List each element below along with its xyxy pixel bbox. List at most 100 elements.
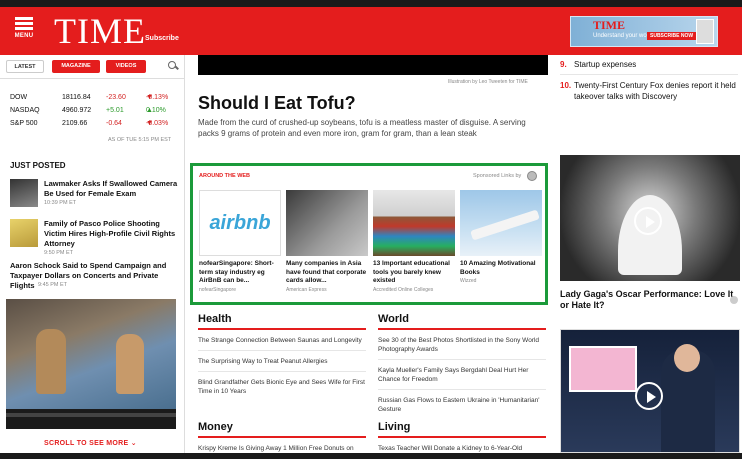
market-ticker: DOW 18116.84 -23.60 -0.13% ▼ NASDAQ 4960… — [10, 91, 180, 130]
sponsored-tile[interactable]: airbnb nofearSingapore: Short-term stay … — [199, 190, 281, 293]
divider — [560, 74, 738, 75]
market-timestamp: AS OF TUE 5:15 PM EST — [108, 137, 172, 143]
list-item[interactable]: The Strange Connection Between Saunas an… — [198, 336, 366, 345]
market-percent: 0.10% ▲ — [146, 107, 166, 114]
tile-source: Accredited Online Colleges — [373, 286, 434, 293]
post-time: 9:45 PM ET — [38, 282, 68, 288]
video-figure — [36, 329, 66, 394]
featured-video-2[interactable] — [560, 329, 740, 453]
market-name: S&P 500 — [10, 120, 38, 127]
info-icon[interactable] — [730, 296, 738, 304]
list-item[interactable]: Blind Grandfather Gets Bionic Eye and Se… — [198, 378, 366, 396]
list-item[interactable]: The Surprising Way to Treat Peanut Aller… — [198, 357, 366, 366]
video-progress-bar[interactable] — [6, 413, 176, 417]
ad-subscribe-button[interactable]: SUBSCRIBE NOW — [647, 32, 697, 40]
section-title[interactable]: World — [378, 313, 546, 330]
divider — [198, 350, 366, 351]
menu-button[interactable]: MENU — [10, 15, 38, 49]
subscribe-link[interactable]: Subscribe — [145, 35, 179, 42]
list-item[interactable]: Russian Gas Flows to Eastern Ukraine in … — [378, 396, 546, 414]
rank-number: 9. — [560, 60, 567, 69]
list-item[interactable]: Texas Teacher Will Donate a Kidney to 6-… — [378, 444, 546, 453]
left-sidebar: LATEST MAGAZINE VIDEOS DOW 18116.84 -23.… — [0, 55, 184, 453]
post-title[interactable]: Lawmaker Asks If Swallowed Camera Be Use… — [44, 179, 182, 199]
featured-video-gaga[interactable] — [560, 155, 740, 281]
search-icon[interactable] — [168, 61, 178, 71]
list-item[interactable]: Kayla Mueller's Family Says Bergdahl Dea… — [378, 366, 546, 384]
market-name: NASDAQ — [10, 107, 40, 114]
market-value: 4960.972 — [62, 107, 92, 114]
tab-magazine[interactable]: MAGAZINE — [52, 60, 100, 73]
airbnb-logo: airbnb — [199, 190, 281, 256]
section-title[interactable]: Money — [198, 421, 366, 438]
divider — [0, 78, 184, 79]
section-title[interactable]: Health — [198, 313, 366, 330]
tile-source: nofearSingapore — [199, 286, 236, 293]
tile-image — [373, 190, 455, 256]
list-item[interactable]: Krispy Kreme Is Giving Away 1 Million Fr… — [198, 444, 366, 453]
image-credit: Illustration by Leo Tweeten for TIME — [448, 79, 528, 85]
market-value: 2109.66 — [62, 120, 88, 127]
section-title[interactable]: Living — [378, 421, 546, 438]
sidebar-tabs: LATEST MAGAZINE VIDEOS — [6, 60, 182, 74]
sponsored-tile[interactable]: 13 Important educational tools you barel… — [373, 190, 455, 293]
divider — [378, 359, 546, 360]
item-title[interactable]: Twenty-First Century Fox denies report i… — [574, 81, 736, 101]
around-the-web-widget: AROUND THE WEB Sponsored Links by airbnb… — [190, 163, 548, 305]
market-row-sp500[interactable]: S&P 500 2109.66 -0.64 -0.03% ▼ — [10, 117, 180, 130]
ad-logo: TIME — [593, 18, 626, 32]
section-living: Living Texas Teacher Will Donate a Kidne… — [378, 421, 546, 453]
scroll-more-link[interactable]: SCROLL TO SEE MORE ⌄ — [44, 439, 137, 447]
market-change: -0.64 — [106, 120, 122, 127]
post-thumbnail — [10, 219, 38, 247]
time-logo[interactable]: TIME — [54, 13, 146, 49]
section-health: Health The Strange Connection Between Sa… — [198, 313, 366, 396]
market-percent: -0.13% ▼ — [146, 94, 169, 101]
market-percent: -0.03% ▼ — [146, 120, 169, 127]
tile-title[interactable]: 13 Important educational tools you barel… — [373, 260, 455, 286]
play-icon[interactable] — [635, 382, 663, 410]
tile-title[interactable]: nofearSingapore: Short-term stay industr… — [199, 260, 281, 286]
market-change: -23.60 — [106, 94, 126, 101]
list-item[interactable]: 9. Startup expenses — [560, 59, 738, 70]
post-title[interactable]: Aaron Schock Said to Spend Campaign and … — [10, 261, 182, 291]
magazine-cover-image — [696, 19, 714, 44]
post-time: 9:50 PM ET — [44, 250, 74, 256]
tile-title[interactable]: Many companies in Asia have found that c… — [286, 260, 368, 286]
outbrain-icon[interactable] — [527, 171, 537, 181]
column-divider — [184, 55, 185, 453]
market-name: DOW — [10, 94, 28, 101]
tab-videos[interactable]: VIDEOS — [106, 60, 146, 73]
sponsored-tile[interactable]: Many companies in Asia have found that c… — [286, 190, 368, 293]
article-headline[interactable]: Should I Eat Tofu? — [198, 93, 356, 114]
market-value: 18116.84 — [62, 94, 91, 101]
post-title[interactable]: Family of Pasco Police Shooting Victim H… — [44, 219, 182, 249]
post-thumbnail — [10, 179, 38, 207]
site-header: MENU TIME Subscribe TIME Understand your… — [0, 7, 742, 55]
list-item[interactable]: 10. Twenty-First Century Fox denies repo… — [560, 80, 738, 102]
market-row-dow[interactable]: DOW 18116.84 -23.60 -0.13% ▼ — [10, 91, 180, 104]
tile-title[interactable]: 10 Amazing Motivational Books — [460, 260, 542, 277]
market-row-nasdaq[interactable]: NASDAQ 4960.972 +5.01 0.10% ▲ — [10, 104, 180, 117]
tab-latest[interactable]: LATEST — [6, 60, 44, 73]
video-frame — [6, 299, 176, 409]
play-icon[interactable] — [634, 207, 662, 235]
divider — [198, 371, 366, 372]
widget-label: AROUND THE WEB — [199, 173, 251, 179]
sidebar-video[interactable] — [6, 299, 176, 429]
tile-image — [286, 190, 368, 256]
section-world: World See 30 of the Best Photos Shortlis… — [378, 313, 546, 414]
sponsored-label[interactable]: Sponsored Links by — [473, 173, 521, 179]
sponsored-tile[interactable]: 10 Amazing Motivational Books Wizzed — [460, 190, 542, 284]
item-title[interactable]: Startup expenses — [574, 60, 636, 69]
video-inset-image — [569, 346, 637, 392]
menu-label: MENU — [14, 33, 34, 39]
video-figure — [116, 334, 144, 394]
hero-image[interactable] — [198, 55, 548, 75]
list-item[interactable]: See 30 of the Best Photos Shortlisted in… — [378, 336, 546, 354]
article-dek: Made from the curd of crushed-up soybean… — [198, 118, 526, 138]
video-caption[interactable]: Lady Gaga's Oscar Performance: Love It o… — [560, 289, 738, 311]
market-change: +5.01 — [106, 107, 124, 114]
page: MENU TIME Subscribe TIME Understand your… — [0, 7, 742, 453]
subscribe-ad-banner[interactable]: TIME Understand your world SUBSCRIBE NOW — [570, 16, 718, 47]
